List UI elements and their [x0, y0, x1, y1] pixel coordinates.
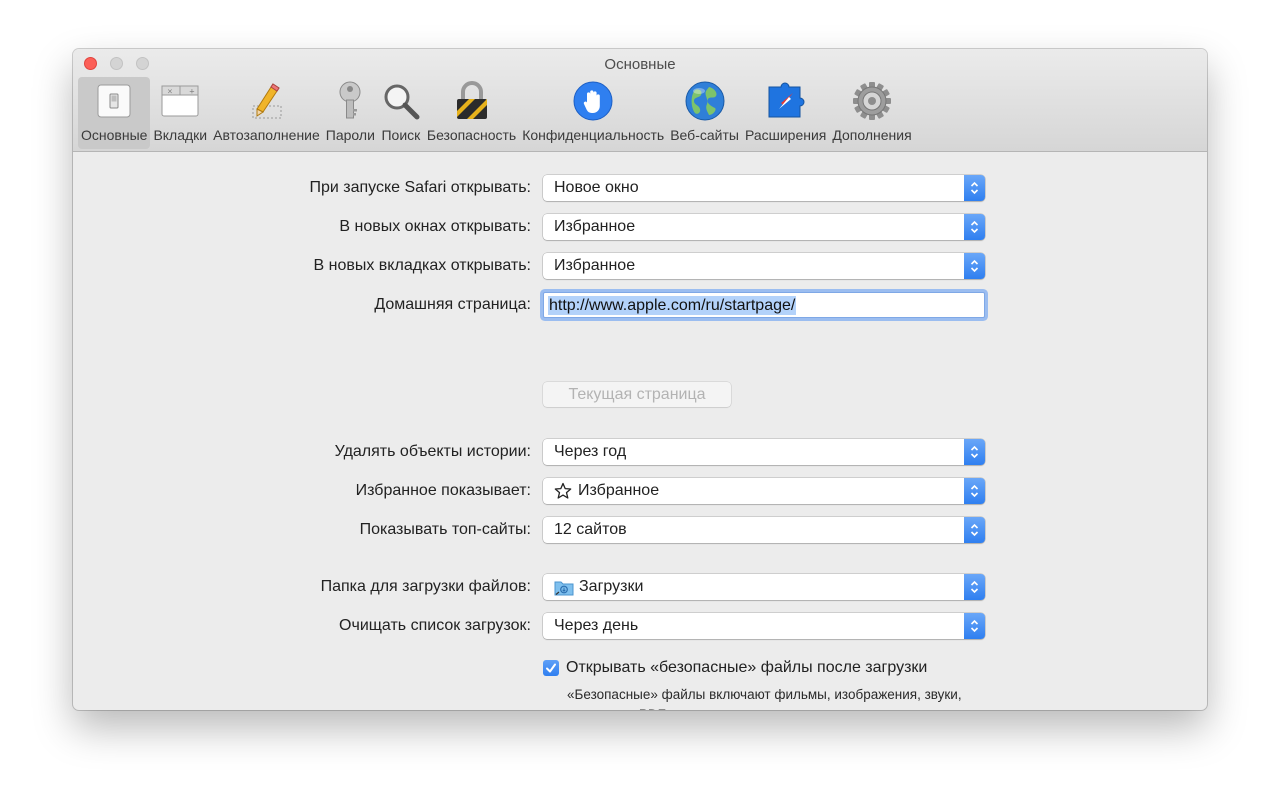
popup-value: Через день	[554, 617, 639, 634]
tab-label: Веб-сайты	[670, 127, 739, 143]
tab-extensions[interactable]: Расширения	[742, 77, 829, 149]
popup-value-wrap: Избранное	[554, 482, 659, 500]
svg-text:×: ×	[167, 88, 173, 96]
tab-label: Дополнения	[832, 127, 912, 143]
open-safe-files-option: Открывать «безопасные» файлы после загру…	[543, 659, 927, 677]
new-tabs-popup[interactable]: Избранное	[543, 253, 985, 279]
preferences-window: Основные Основные × + Вкладки Автозаполне…	[73, 49, 1207, 710]
download-location-popup[interactable]: Загрузки	[543, 574, 985, 600]
field-label: В новых окнах открывать:	[339, 218, 531, 235]
popup-value: Избранное	[554, 218, 636, 235]
field-label: Домашняя страница:	[374, 296, 531, 313]
download-location-row: Папка для загрузки файлов: Загрузки	[73, 574, 1207, 600]
tab-tabs[interactable]: × + Вкладки	[150, 77, 210, 149]
extension-puzzle-icon	[766, 81, 806, 121]
preferences-toolbar: Основные × + Вкладки Автозаполнение Парол…	[78, 77, 915, 149]
svg-text:+: +	[189, 88, 195, 96]
padlock-icon	[452, 81, 492, 121]
hand-icon	[573, 81, 613, 121]
popup-value: Избранное	[578, 482, 660, 499]
popup-value: Новое окно	[554, 179, 639, 196]
field-label: Удалять объекты истории:	[334, 443, 531, 460]
new-windows-row: В новых окнах открывать: Избранное	[73, 214, 1207, 240]
tab-label: Безопасность	[426, 127, 517, 143]
popup-chevrons-icon	[964, 214, 985, 240]
top-sites-row: Показывать топ-сайты: 12 сайтов	[73, 517, 1207, 543]
general-switch-icon	[94, 81, 134, 121]
remove-downloads-row: Очищать список загрузок: Через день	[73, 613, 1207, 639]
popup-value: Загрузки	[579, 578, 644, 595]
key-icon	[330, 81, 370, 121]
window-title: Основные	[604, 56, 676, 73]
tab-search[interactable]: Поиск	[378, 77, 424, 149]
favorites-shows-row: Избранное показывает: Избранное	[73, 478, 1207, 504]
tab-passwords[interactable]: Пароли	[323, 77, 378, 149]
magnifier-icon	[381, 81, 421, 121]
title-bar: Основные Основные × + Вкладки Автозаполне…	[73, 49, 1207, 152]
homepage-row: Домашняя страница: http://www.apple.com/…	[73, 292, 1207, 318]
favorites-shows-popup[interactable]: Избранное	[543, 478, 985, 504]
tab-label: Основные	[81, 127, 148, 143]
downloads-folder-icon	[554, 579, 574, 596]
popup-value: 12 сайтов	[554, 521, 627, 538]
tab-label: Конфиденциальность	[522, 127, 665, 143]
set-current-page-button[interactable]: Текущая страница	[543, 382, 731, 407]
popup-value-wrap: Загрузки	[554, 578, 643, 596]
field-label: Очищать список загрузок:	[339, 617, 531, 634]
tab-general[interactable]: Основные	[78, 77, 151, 149]
field-label: Папка для загрузки файлов:	[320, 578, 531, 595]
tabs-icon: × +	[160, 81, 200, 121]
popup-chevrons-icon	[964, 175, 985, 201]
tab-security[interactable]: Безопасность	[424, 77, 519, 149]
safe-files-description: «Безопасные» файлы включают фильмы, изоб…	[567, 687, 962, 710]
remove-downloads-popup[interactable]: Через день	[543, 613, 985, 639]
general-settings-pane: При запуске Safari открывать: Новое окно…	[73, 152, 1207, 710]
tab-privacy[interactable]: Конфиденциальность	[519, 77, 667, 149]
gear-icon	[852, 81, 892, 121]
open-safe-files-label[interactable]: Открывать «безопасные» файлы после загру…	[566, 659, 927, 677]
popup-chevrons-icon	[964, 574, 985, 600]
safari-opens-with-popup[interactable]: Новое окно	[543, 175, 985, 201]
popup-value: Избранное	[554, 257, 636, 274]
field-label: При запуске Safari открывать:	[309, 179, 531, 196]
remove-history-row: Удалять объекты истории: Через год	[73, 439, 1207, 465]
tab-label: Вкладки	[153, 127, 208, 143]
tab-advanced[interactable]: Дополнения	[829, 77, 914, 149]
tab-label: Пароли	[325, 127, 375, 143]
new-tabs-row: В новых вкладках открывать: Избранное	[73, 253, 1207, 279]
tab-label: Расширения	[744, 127, 827, 143]
safari-opens-with-row: При запуске Safari открывать: Новое окно	[73, 175, 1207, 201]
tab-label: Автозаполнение	[213, 127, 320, 143]
remove-history-popup[interactable]: Через год	[543, 439, 985, 465]
popup-value: Через год	[554, 443, 627, 460]
autofill-pencil-icon	[246, 81, 286, 121]
tab-label: Поиск	[381, 127, 421, 143]
new-windows-popup[interactable]: Избранное	[543, 214, 985, 240]
tab-autofill[interactable]: Автозаполнение	[210, 77, 323, 149]
homepage-field[interactable]: http://www.apple.com/ru/startpage/	[543, 292, 985, 318]
tab-websites[interactable]: Веб-сайты	[667, 77, 742, 149]
field-label: В новых вкладках открывать:	[313, 257, 532, 274]
popup-chevrons-icon	[964, 253, 985, 279]
top-sites-popup[interactable]: 12 сайтов	[543, 517, 985, 543]
globe-icon	[685, 81, 725, 121]
popup-chevrons-icon	[964, 613, 985, 639]
popup-chevrons-icon	[964, 439, 985, 465]
popup-chevrons-icon	[964, 517, 985, 543]
popup-chevrons-icon	[964, 478, 985, 504]
homepage-value: http://www.apple.com/ru/startpage/	[548, 296, 797, 315]
open-safe-files-checkbox[interactable]	[543, 660, 559, 676]
field-label: Избранное показывает:	[355, 482, 531, 499]
checkmark-icon	[546, 663, 556, 673]
field-label: Показывать топ-сайты:	[359, 521, 531, 538]
star-icon	[554, 482, 572, 500]
